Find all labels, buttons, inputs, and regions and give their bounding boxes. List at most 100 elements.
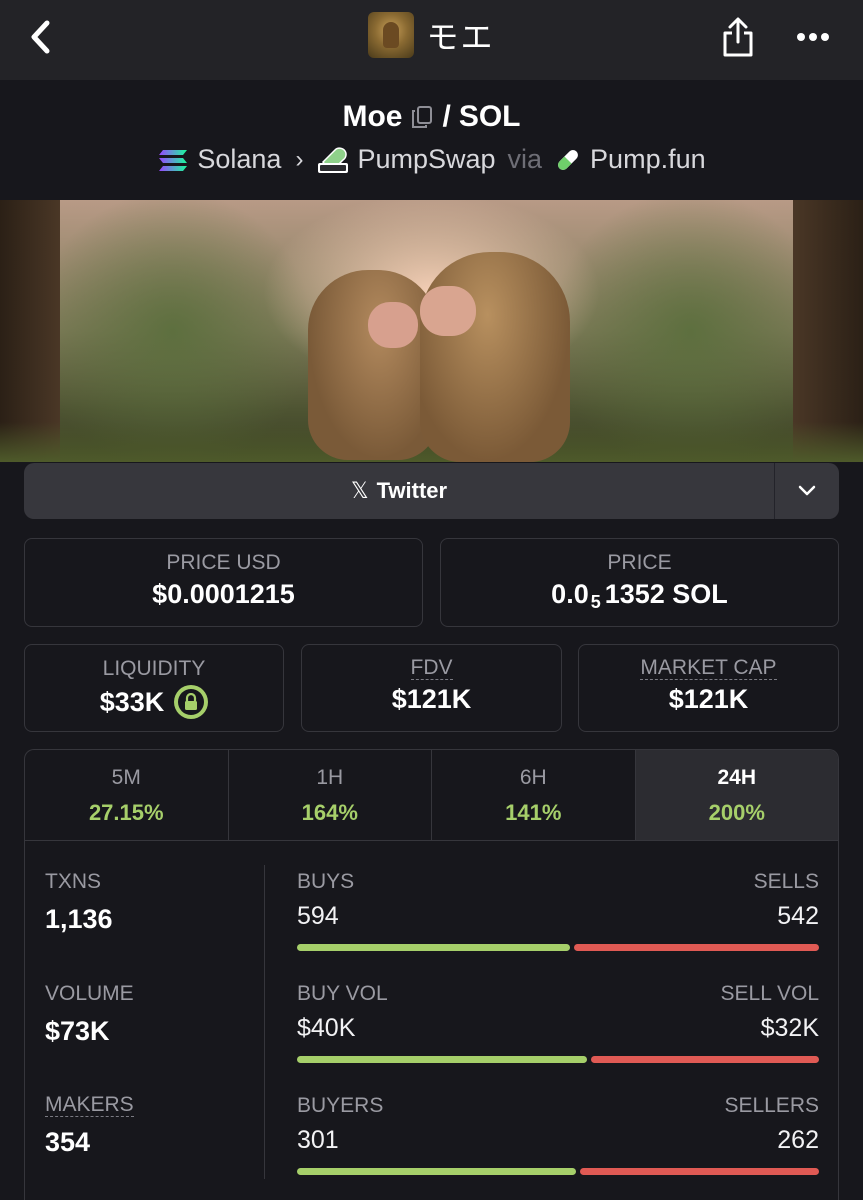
price-usd-card: PRICE USD $0.0001215 — [24, 538, 423, 627]
buy-vol-value: $40K — [297, 1014, 356, 1042]
pair-separator: / — [442, 100, 451, 133]
buy-bar — [297, 1168, 577, 1175]
market-cap-card: MARKET CAP $121K — [578, 644, 839, 732]
sell-vol-value: $32K — [760, 1014, 819, 1042]
tab-change: 200% — [708, 800, 765, 825]
volume-value: $73K — [45, 1016, 110, 1046]
txns-split: BUYS SELLS 594 542 — [297, 870, 819, 982]
buyers-value: 301 — [297, 1126, 339, 1154]
more-dots-icon — [797, 33, 829, 41]
via-text: via — [507, 144, 543, 174]
buy-sell-breakdown: BUYS SELLS 594 542 BUY VOL SELL VOL $40K… — [297, 870, 819, 1200]
buys-sells-ratio-bar — [297, 944, 819, 951]
chevron-down-icon — [798, 485, 816, 496]
liquidity-lock-button[interactable] — [174, 685, 209, 719]
metrics-divider — [264, 865, 265, 1179]
liquidity-value-row: $33K — [25, 685, 283, 719]
makers-split: BUYERS SELLERS 301 262 — [297, 1094, 819, 1200]
lock-icon — [185, 693, 198, 710]
fdv-label[interactable]: FDV — [410, 657, 453, 680]
liquidity-label: LIQUIDITY — [102, 657, 206, 680]
share-button[interactable] — [718, 14, 758, 60]
price-usd-label: PRICE USD — [166, 551, 281, 574]
launchpad-name: Pump.fun — [590, 144, 706, 174]
sells-label: SELLS — [753, 870, 819, 893]
market-cap-label[interactable]: MARKET CAP — [640, 657, 777, 680]
price-native-prefix: 0.0 — [551, 579, 589, 609]
nav-title: モエ — [426, 19, 495, 55]
buy-bar — [297, 1056, 588, 1063]
metrics-summary: TXNS 1,136 VOLUME $73K MAKERS 354 — [45, 870, 245, 1200]
twitter-button[interactable]: 𝕏 Twitter — [24, 463, 774, 519]
pair-route: Solana › PumpSwap via Pump.fun — [0, 144, 863, 175]
pumpswap-icon — [318, 146, 349, 173]
tab-label: 5M — [111, 766, 141, 789]
share-icon — [723, 17, 753, 57]
volume-ratio-bar — [297, 1056, 819, 1063]
buys-value: 594 — [297, 902, 339, 930]
launchpad-link[interactable]: Pump.fun — [554, 144, 706, 175]
social-links-bar: 𝕏 Twitter — [24, 463, 839, 519]
buys-label: BUYS — [297, 870, 355, 893]
twitter-label: Twitter — [376, 478, 448, 503]
price-native-rest: 1352 SOL — [604, 579, 728, 609]
buy-vol-label: BUY VOL — [297, 982, 388, 1005]
token-banner-image — [0, 200, 863, 462]
fdv-card: FDV $121K — [301, 644, 562, 732]
volume-split: BUY VOL SELL VOL $40K $32K — [297, 982, 819, 1094]
dex-name: PumpSwap — [357, 144, 496, 174]
quote-symbol: SOL — [458, 100, 521, 133]
tab-change: 141% — [505, 800, 562, 825]
price-native-value: 0.0 5 1352 SOL — [441, 579, 838, 612]
sell-bar — [591, 1056, 819, 1063]
makers-value: 354 — [45, 1127, 91, 1157]
tab-5m[interactable]: 5M 27.15% — [25, 750, 229, 840]
txns-label: TXNS — [45, 870, 102, 893]
copy-address-button[interactable] — [410, 104, 434, 130]
makers-label[interactable]: MAKERS — [45, 1094, 134, 1117]
tab-change: 164% — [301, 800, 358, 825]
tab-label: 1H — [316, 766, 344, 789]
social-expand-button[interactable] — [774, 463, 839, 519]
txns-metric: TXNS 1,136 — [45, 870, 245, 982]
sells-value: 542 — [777, 902, 819, 930]
tab-24h[interactable]: 24H 200% — [635, 750, 838, 840]
liquidity-value: $33K — [99, 686, 165, 717]
price-native-label: PRICE — [607, 551, 672, 574]
price-usd-value: $0.0001215 — [152, 579, 295, 609]
token-avatar — [368, 12, 415, 58]
sell-vol-label: SELL VOL — [720, 982, 819, 1005]
sellers-value: 262 — [777, 1126, 819, 1154]
x-logo-icon: 𝕏 — [350, 478, 369, 503]
makers-metric: MAKERS 354 — [45, 1094, 245, 1200]
timeframe-stats-panel: 5M 27.15% 1H 164% 6H 141% 24H 200% TXNS … — [24, 749, 839, 1200]
tab-label: 6H — [519, 766, 547, 789]
tab-1h[interactable]: 1H 164% — [229, 750, 432, 840]
sellers-label: SELLERS — [724, 1094, 819, 1117]
base-symbol: Moe — [342, 100, 403, 133]
buyers-label: BUYERS — [297, 1094, 384, 1117]
pill-icon — [558, 149, 578, 170]
more-options-button[interactable] — [790, 14, 836, 60]
buy-bar — [297, 944, 570, 951]
sell-bar — [574, 944, 819, 951]
volume-metric: VOLUME $73K — [45, 982, 245, 1094]
timeframe-tabs: 5M 27.15% 1H 164% 6H 141% 24H 200% — [25, 750, 838, 841]
solana-icon — [159, 149, 188, 171]
makers-ratio-bar — [297, 1168, 819, 1175]
fdv-value: $121K — [391, 684, 472, 714]
txns-value: 1,136 — [45, 904, 113, 934]
chevron-right-icon: › — [295, 145, 304, 173]
sell-bar — [580, 1168, 819, 1175]
copy-icon — [412, 106, 433, 128]
tab-6h[interactable]: 6H 141% — [432, 750, 636, 840]
pair-header: Moe / SOL Solana › PumpSwap via Pump.fun — [0, 80, 863, 200]
tab-label: 24H — [717, 766, 757, 789]
liquidity-card: LIQUIDITY $33K — [24, 644, 284, 732]
chain-link[interactable]: Solana — [157, 144, 281, 175]
dex-link[interactable]: PumpSwap — [317, 144, 496, 175]
price-native-card: PRICE 0.0 5 1352 SOL — [440, 538, 839, 627]
chain-name: Solana — [197, 144, 282, 174]
market-cap-value: $121K — [668, 684, 749, 714]
pair-title: Moe / SOL — [0, 100, 863, 134]
